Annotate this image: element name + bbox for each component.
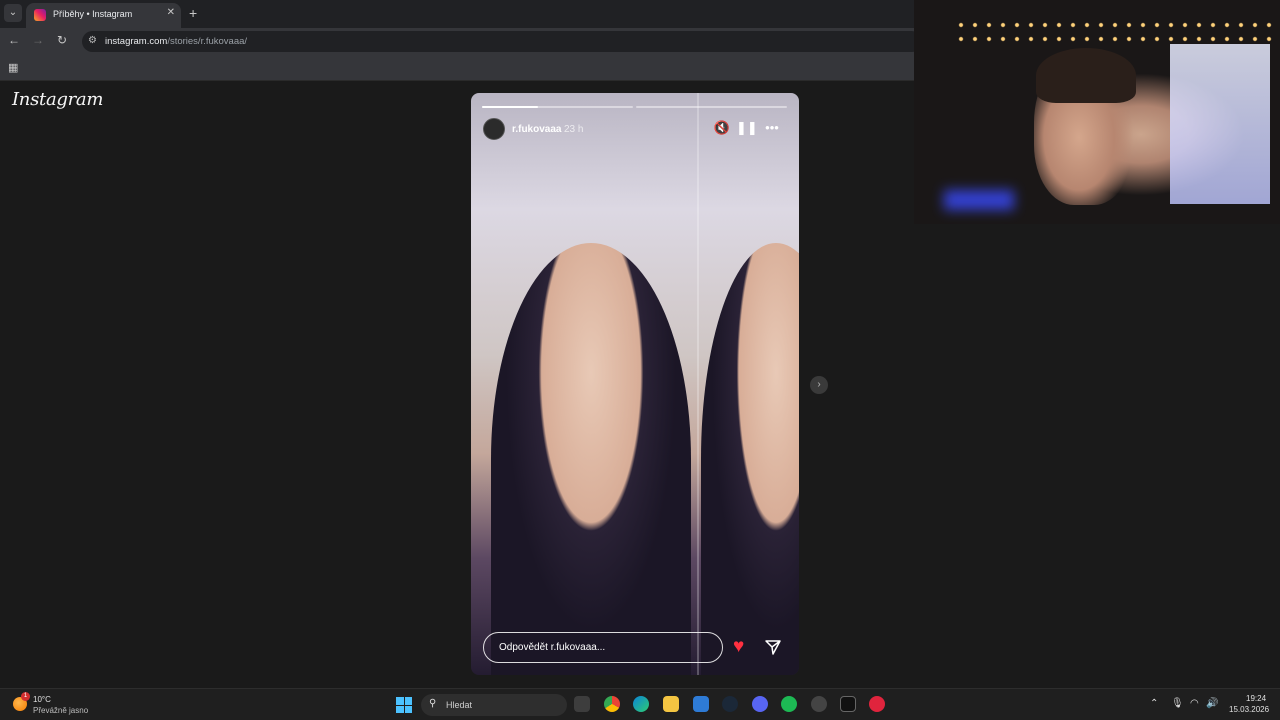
tab-instagram-stories[interactable]: Příběhy • Instagram ✕: [26, 3, 181, 28]
instagram-logo[interactable]: Instagram: [12, 89, 103, 110]
taskbar: 1 10°C Převážně jasno ⚲ Hledat ⌃ 🎙 ◠ 🔊 1…: [0, 688, 1280, 720]
search-placeholder: Hledat: [446, 700, 473, 710]
taskbar-search[interactable]: ⚲ Hledat: [421, 694, 567, 716]
story-progress-fill: [482, 106, 538, 108]
url-text: instagram.com/stories/r.fukovaaa/: [105, 36, 247, 47]
windows-start-icon[interactable]: [396, 697, 412, 713]
chrome-icon[interactable]: [604, 696, 620, 712]
story-image-left: [491, 243, 691, 675]
file-explorer-icon[interactable]: [574, 696, 590, 712]
reload-icon[interactable]: ↻: [54, 33, 70, 47]
spotify-icon[interactable]: [781, 696, 797, 712]
folder-icon[interactable]: [663, 696, 679, 712]
mute-icon[interactable]: 🔇: [713, 120, 731, 136]
wifi-icon[interactable]: ◠: [1190, 698, 1199, 709]
volume-icon[interactable]: 🔊: [1206, 698, 1218, 709]
reply-input[interactable]: Odpovědět r.fukovaaa...: [483, 632, 723, 663]
search-icon: ⚲: [429, 698, 437, 709]
instagram-favicon-icon: [34, 9, 46, 21]
url-host: instagram.com: [105, 36, 168, 47]
forward-arrow-icon[interactable]: →: [30, 33, 46, 47]
more-icon[interactable]: •••: [763, 120, 781, 135]
steam-icon[interactable]: [722, 696, 738, 712]
notepad-icon[interactable]: [693, 696, 709, 712]
story-progress-segment: [482, 106, 633, 108]
capcut-icon[interactable]: [840, 696, 856, 712]
weather-temp: 10°C: [33, 695, 51, 704]
clock-date[interactable]: 15.03.2026: [1229, 705, 1269, 714]
avatar[interactable]: [483, 118, 505, 140]
microphone-icon[interactable]: 🎙: [1171, 698, 1184, 709]
story-timestamp: 23 h: [564, 124, 584, 135]
led-light: [944, 190, 1014, 210]
story-viewer[interactable]: r.fukovaaa 23 h 🔇 ❚❚ ••• Odpovědět r.fuk…: [471, 93, 799, 675]
url-path: /stories/r.fukovaaa/: [167, 36, 248, 47]
webcam-overlay: [914, 0, 1280, 224]
edge-icon[interactable]: [633, 696, 649, 712]
story-username[interactable]: r.fukovaaa: [512, 124, 561, 135]
site-settings-icon[interactable]: ⚙: [88, 35, 97, 46]
tab-title: Příběhy • Instagram: [53, 9, 133, 19]
opera-gx-icon[interactable]: [869, 696, 885, 712]
reply-placeholder: Odpovědět r.fukovaaa...: [499, 642, 606, 653]
image-divider: [697, 93, 699, 675]
streamer-hair: [1036, 48, 1136, 103]
heart-icon[interactable]: ♥: [733, 636, 744, 658]
apps-grid-icon[interactable]: ▦: [8, 61, 18, 74]
story-image-right: [701, 243, 799, 675]
close-tab-icon[interactable]: ✕: [167, 7, 175, 18]
notification-badge: 1: [21, 692, 30, 701]
next-story-button[interactable]: ›: [810, 376, 828, 394]
story-progress-segment: [636, 106, 787, 108]
back-arrow-icon[interactable]: ←: [6, 33, 22, 47]
pause-icon[interactable]: ❚❚: [736, 120, 758, 136]
new-tab-button[interactable]: +: [189, 5, 197, 21]
weather-description: Převážně jasno: [33, 706, 89, 715]
clock-time[interactable]: 19:24: [1246, 694, 1266, 703]
discord-icon[interactable]: [752, 696, 768, 712]
send-icon[interactable]: [764, 638, 782, 656]
shelf: [1170, 44, 1270, 204]
tab-list-button[interactable]: ⌄: [4, 4, 22, 22]
show-hidden-icons-icon[interactable]: ⌃: [1150, 698, 1158, 709]
app-icon[interactable]: [811, 696, 827, 712]
address-bar[interactable]: ⚙ instagram.com/stories/r.fukovaaa/: [82, 31, 922, 52]
